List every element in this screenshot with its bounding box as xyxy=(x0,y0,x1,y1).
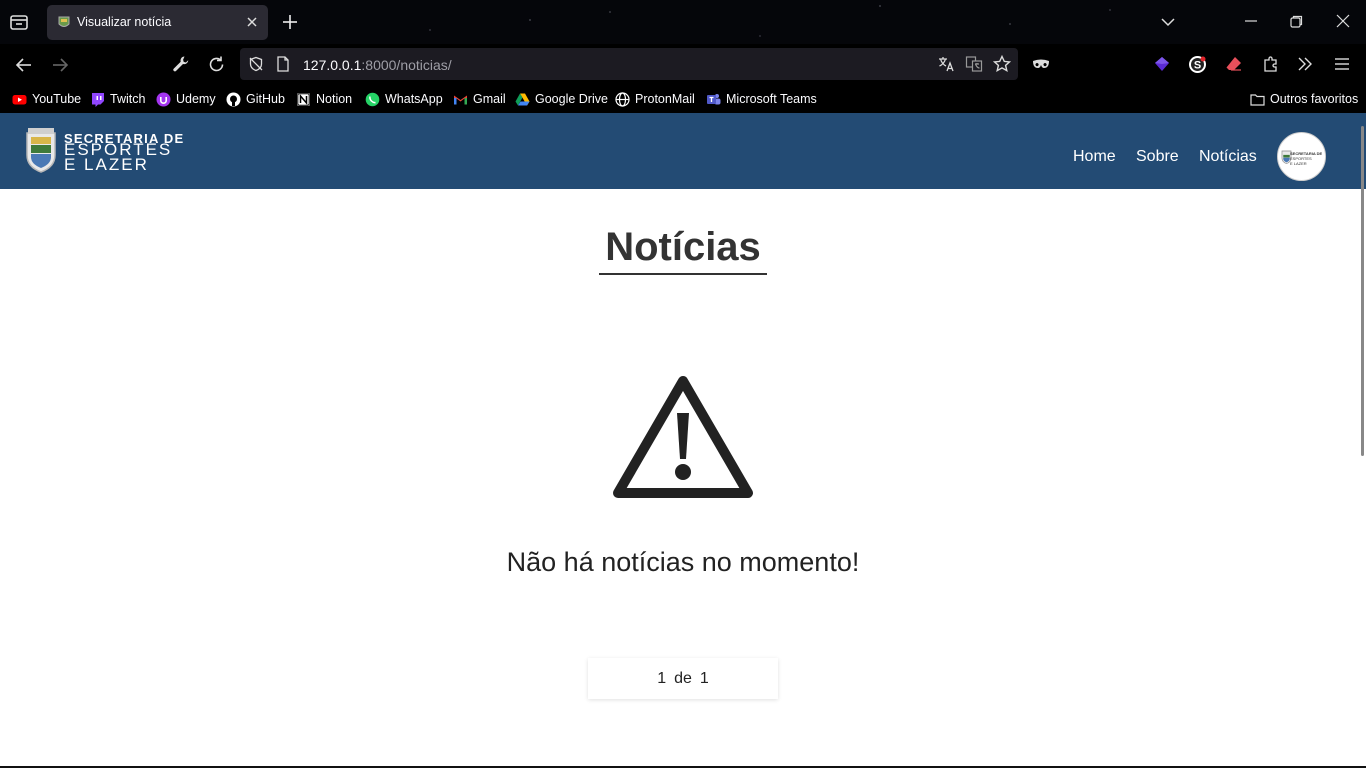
protonmail-icon xyxy=(615,91,630,107)
bookmark-label: Notion xyxy=(316,92,353,106)
bookmark-google-drive[interactable]: Google Drive xyxy=(515,91,608,107)
coat-of-arms-icon xyxy=(26,128,56,173)
pagination-current-page: 1 xyxy=(657,669,667,687)
other-bookmarks-folder[interactable]: Outros favoritos xyxy=(1250,91,1358,107)
bookmark-udemy[interactable]: Udemy xyxy=(156,91,216,107)
bookmark-whatsapp[interactable]: WhatsApp xyxy=(365,91,443,107)
bookmark-youtube[interactable]: YouTube xyxy=(12,91,81,107)
active-tab[interactable]: Visualizar notícia xyxy=(47,5,268,40)
wrench-icon[interactable] xyxy=(172,55,190,73)
bookmark-label: Google Drive xyxy=(535,92,608,106)
pagination-separator: de xyxy=(674,669,692,687)
private-mask-icon[interactable] xyxy=(1032,58,1050,70)
tracking-protection-icon[interactable] xyxy=(248,56,264,72)
reload-icon[interactable] xyxy=(207,55,226,74)
tab-list-icon[interactable] xyxy=(8,11,30,33)
close-window-icon[interactable] xyxy=(1336,14,1350,28)
nav-news-link[interactable]: Notícias xyxy=(1199,148,1257,166)
site-header: SECRETARIA DE ESPORTES E LAZER Home Sobr… xyxy=(0,113,1366,189)
forward-arrow-icon[interactable] xyxy=(50,55,70,75)
eraser-extension-icon[interactable] xyxy=(1225,55,1243,73)
chevron-down-icon[interactable] xyxy=(1160,14,1176,30)
notion-icon xyxy=(297,92,310,106)
bookmarks-toolbar: YouTube Twitch Udemy GitHub Notion Whats… xyxy=(0,85,1366,113)
udemy-icon xyxy=(156,92,171,106)
browser-tab-bar: Visualizar notícia xyxy=(0,0,1366,44)
brand-logo-link[interactable]: SECRETARIA DE ESPORTES E LAZER xyxy=(24,127,194,175)
twitch-icon xyxy=(92,92,104,107)
back-arrow-icon[interactable] xyxy=(14,55,34,75)
restore-icon[interactable] xyxy=(1290,15,1303,28)
bookmark-label: WhatsApp xyxy=(385,92,443,106)
new-tab-icon[interactable] xyxy=(281,13,299,31)
pagination-total-pages: 1 xyxy=(699,669,709,687)
user-avatar[interactable]: SECRETARIA DE ESPORTES E LAZER xyxy=(1277,132,1326,181)
page-scrollbar[interactable] xyxy=(1361,126,1364,456)
other-bookmarks-label: Outros favoritos xyxy=(1270,92,1359,106)
bookmark-star-icon[interactable] xyxy=(993,55,1011,73)
extensions-puzzle-icon[interactable] xyxy=(1262,55,1280,73)
bookmark-label: Udemy xyxy=(176,92,216,106)
tab-title: Visualizar notícia xyxy=(77,15,172,29)
extension-s-icon[interactable]: S xyxy=(1188,55,1207,74)
youtube-icon xyxy=(12,94,27,104)
brand-line-3: E LAZER xyxy=(64,155,149,174)
whatsapp-icon xyxy=(365,92,380,106)
minimize-icon[interactable] xyxy=(1244,14,1258,28)
overflow-chevrons-icon[interactable] xyxy=(1297,56,1313,72)
bookmark-protonmail[interactable]: ProtonMail xyxy=(615,91,695,107)
bookmark-github[interactable]: GitHub xyxy=(226,91,285,107)
url-path: :8000/noticias/ xyxy=(361,57,452,73)
avatar-brand-line-3: E LAZER xyxy=(1290,161,1307,166)
pagination: 1 de 1 xyxy=(588,658,778,699)
web-page: SECRETARIA DE ESPORTES E LAZER Home Sobr… xyxy=(0,113,1366,768)
bookmark-label: Twitch xyxy=(110,92,146,106)
teams-icon xyxy=(707,93,721,104)
translate-icon[interactable] xyxy=(937,55,955,73)
github-icon xyxy=(226,92,241,106)
browser-navigation-bar: 127.0.0.1:8000/noticias/ S xyxy=(0,44,1366,85)
page-translate-icon[interactable] xyxy=(965,55,983,73)
warning-triangle-icon xyxy=(613,376,753,498)
svg-text:S: S xyxy=(1194,60,1201,72)
gmail-icon xyxy=(454,95,467,104)
bookmark-label: YouTube xyxy=(32,92,82,106)
bookmark-label: Gmail xyxy=(473,92,506,106)
url-host: 127.0.0.1 xyxy=(303,57,362,73)
extension-purple-icon[interactable] xyxy=(1153,55,1171,73)
close-tab-icon[interactable] xyxy=(244,14,260,30)
bookmark-label: GitHub xyxy=(246,92,285,106)
url-text[interactable]: 127.0.0.1:8000/noticias/ xyxy=(303,57,452,73)
site-favicon-icon xyxy=(58,16,70,27)
page-title: Notícias xyxy=(605,225,761,269)
hamburger-menu-icon[interactable] xyxy=(1334,56,1350,72)
page-icon[interactable] xyxy=(276,56,290,72)
nav-home-link[interactable]: Home xyxy=(1073,148,1116,166)
bookmark-notion[interactable]: Notion xyxy=(296,91,352,107)
nav-about-link[interactable]: Sobre xyxy=(1136,148,1179,166)
bookmark-microsoft-teams[interactable]: Microsoft Teams xyxy=(706,91,817,107)
address-bar[interactable]: 127.0.0.1:8000/noticias/ xyxy=(240,48,1018,80)
title-underline xyxy=(599,273,767,275)
empty-state-message: Não há notícias no momento! xyxy=(506,547,860,577)
bookmark-label: Microsoft Teams xyxy=(726,92,817,106)
folder-icon xyxy=(1250,93,1265,106)
bookmark-gmail[interactable]: Gmail xyxy=(453,91,506,107)
bookmark-twitch[interactable]: Twitch xyxy=(90,91,145,107)
google-drive-icon xyxy=(515,93,530,105)
bookmark-label: ProtonMail xyxy=(635,92,695,106)
